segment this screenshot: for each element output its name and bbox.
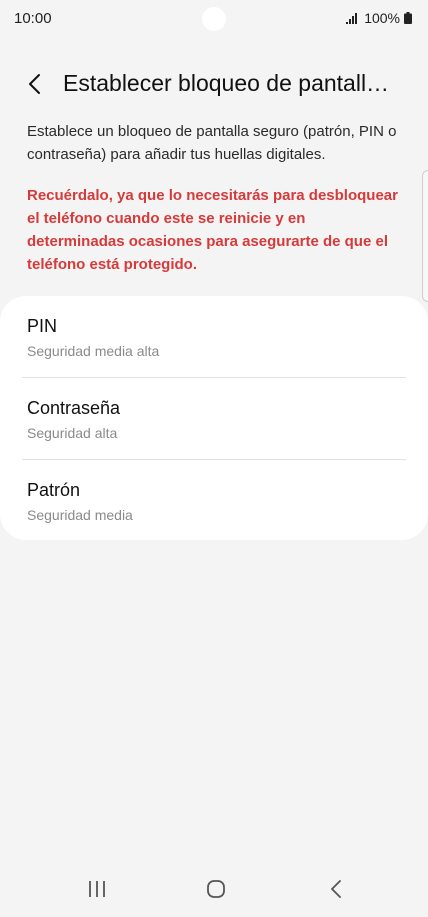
back-arrow-icon[interactable] [24,72,46,96]
option-title: Contraseña [27,398,121,418]
option-pin[interactable]: PIN Seguridad media alta [0,296,428,376]
navigation-bar [0,860,428,917]
header: Establecer bloqueo de pantall… [0,64,428,108]
lock-options-card: PIN Seguridad media alta Contraseña Segu… [0,296,428,540]
warning-text: Recuérdalo, ya que lo necesitarás para d… [27,187,398,273]
edge-panel-handle[interactable] [422,170,428,302]
page-title: Establecer bloqueo de pantall… [63,70,390,96]
camera-cutout [202,7,226,31]
nav-back-icon[interactable] [326,878,346,900]
option-subtitle: Seguridad alta [27,425,118,441]
option-subtitle: Seguridad media [27,507,133,523]
option-password[interactable]: Contraseña Seguridad alta [0,378,428,458]
description-text: Establece un bloqueo de pantalla seguro … [27,123,397,163]
option-pattern[interactable]: Patrón Seguridad media [0,460,428,540]
home-icon[interactable] [205,878,227,900]
option-subtitle: Seguridad media alta [27,343,160,359]
option-title: PIN [27,316,58,336]
battery-percentage: 100% [364,10,400,26]
status-time: 10:00 [14,10,52,27]
option-title: Patrón [27,480,81,500]
status-indicators: 100% [346,10,412,26]
battery-icon [404,12,412,24]
signal-icon [346,13,358,24]
screen: 10:00 100% Establecer bloqueo de pantall… [0,0,428,917]
status-bar: 10:00 100% [0,0,428,38]
recent-apps-icon[interactable] [86,878,108,900]
